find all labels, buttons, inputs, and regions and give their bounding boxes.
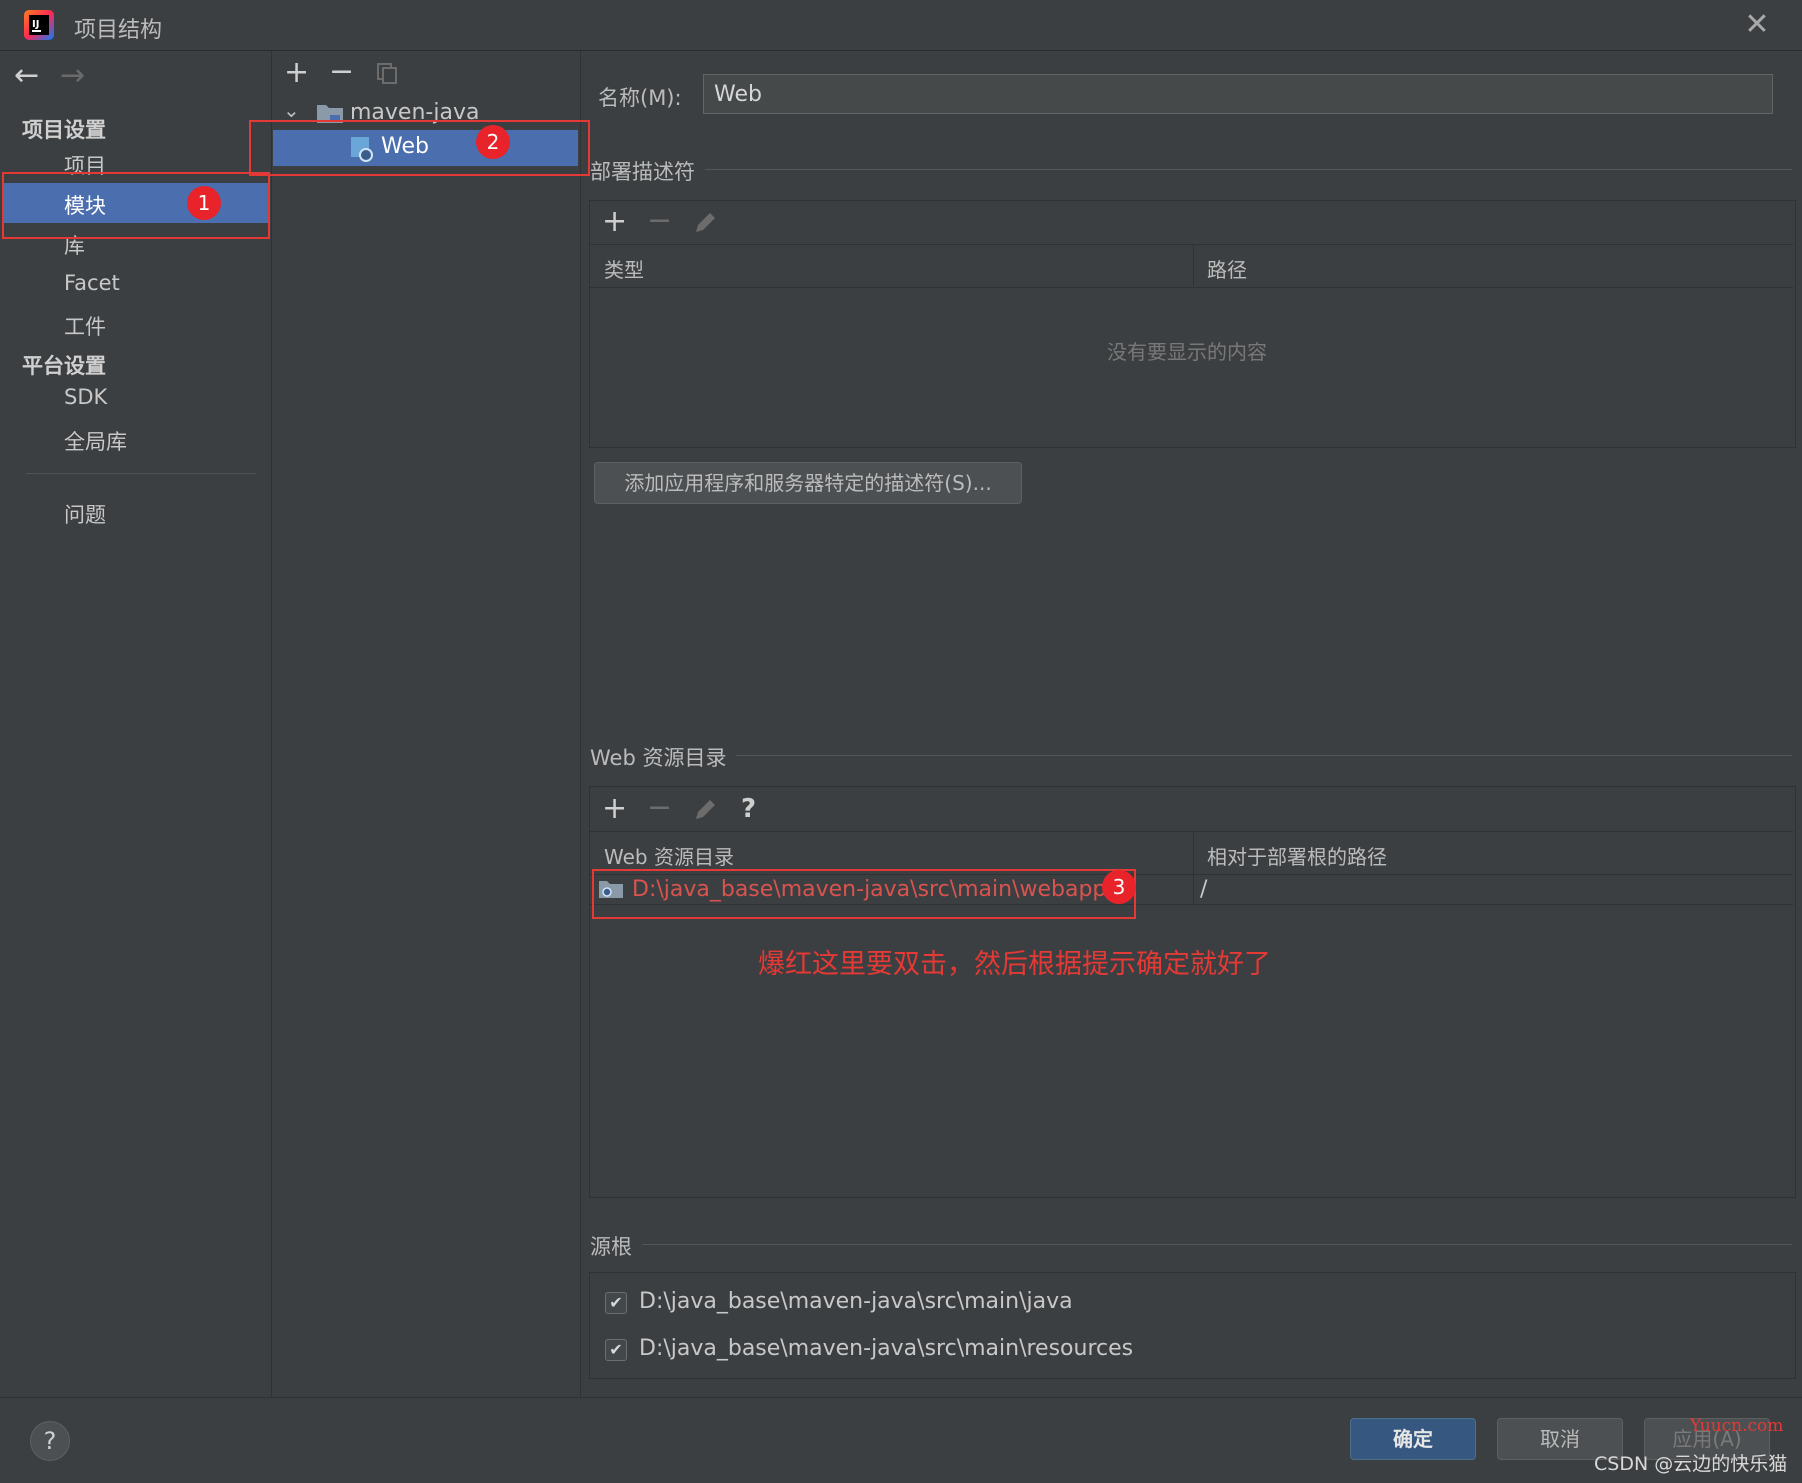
web-resource-help-icon[interactable]: ? bbox=[741, 794, 756, 824]
sidebar-item-facets[interactable]: Facet bbox=[64, 271, 120, 295]
sidebar-divider bbox=[26, 473, 256, 474]
sidebar-item-global-libraries[interactable]: 全局库 bbox=[64, 426, 127, 456]
name-input[interactable]: Web bbox=[703, 74, 1773, 114]
descriptor-col-separator bbox=[1193, 245, 1194, 286]
chevron-down-icon[interactable]: ⌄ bbox=[283, 98, 300, 122]
ok-button[interactable]: 确定 bbox=[1350, 1418, 1476, 1460]
copy-icon[interactable] bbox=[376, 62, 398, 88]
annotation-box-2 bbox=[249, 120, 590, 176]
source-root-resources-path: D:\java_base\maven-java\src\main\resourc… bbox=[639, 1336, 1134, 1361]
module-tree-panel bbox=[271, 51, 581, 1397]
web-resource-title: Web 资源目录 bbox=[590, 742, 737, 772]
platform-settings-title: 平台设置 bbox=[22, 354, 106, 378]
descriptor-table-header bbox=[590, 244, 1793, 288]
deployment-descriptors-title: 部署描述符 bbox=[590, 156, 705, 186]
sidebar-item-artifacts[interactable]: 工件 bbox=[64, 311, 106, 341]
site-watermark: Yuucn.com bbox=[1690, 1416, 1784, 1436]
web-resource-col-dir[interactable]: Web 资源目录 bbox=[604, 841, 734, 870]
deployment-descriptors-separator bbox=[590, 169, 1792, 170]
name-label: 名称(M): bbox=[598, 86, 682, 110]
descriptor-empty-text: 没有要显示的内容 bbox=[1107, 340, 1267, 364]
remove-icon[interactable]: − bbox=[329, 57, 354, 87]
annotation-badge-1: 1 bbox=[187, 186, 221, 220]
forward-arrow-icon[interactable]: → bbox=[60, 58, 85, 93]
web-resource-remove-icon[interactable]: − bbox=[647, 793, 672, 823]
intellij-logo-icon: IJ bbox=[24, 10, 54, 40]
sidebar bbox=[0, 51, 271, 1397]
web-resource-relative-path[interactable]: / bbox=[1200, 877, 1207, 902]
sidebar-item-problems[interactable]: 问题 bbox=[64, 499, 106, 529]
web-resource-separator bbox=[590, 755, 1792, 756]
descriptor-edit-icon[interactable] bbox=[692, 210, 718, 240]
back-arrow-icon[interactable]: ← bbox=[14, 58, 39, 93]
help-icon[interactable]: ? bbox=[30, 1421, 70, 1461]
close-icon[interactable]: ✕ bbox=[1740, 8, 1774, 42]
annotation-box-3 bbox=[592, 869, 1136, 919]
descriptor-add-icon[interactable]: + bbox=[602, 207, 627, 237]
annotation-instruction-text: 爆红这里要双击，然后根据提示确定就好了 bbox=[758, 949, 1271, 980]
web-resource-col-relative[interactable]: 相对于部署根的路径 bbox=[1207, 841, 1387, 870]
window-title: 项目结构 bbox=[74, 18, 163, 43]
title-bar bbox=[0, 0, 1802, 51]
descriptor-col-type[interactable]: 类型 bbox=[604, 254, 644, 283]
descriptor-col-path[interactable]: 路径 bbox=[1207, 254, 1247, 283]
web-resource-add-icon[interactable]: + bbox=[602, 794, 627, 824]
source-root-java-path: D:\java_base\maven-java\src\main\java bbox=[639, 1289, 1073, 1314]
descriptor-remove-icon[interactable]: − bbox=[647, 206, 672, 236]
project-settings-title: 项目设置 bbox=[22, 118, 106, 142]
csdn-watermark: CSDN @云边的快乐猫 bbox=[1594, 1453, 1788, 1475]
annotation-badge-3: 3 bbox=[1102, 870, 1136, 904]
deployment-descriptors-panel bbox=[589, 200, 1796, 448]
add-descriptor-button[interactable]: 添加应用程序和服务器特定的描述符(S)... bbox=[594, 462, 1022, 504]
source-root-resources-checkbox[interactable]: ✔ bbox=[605, 1339, 627, 1361]
web-resource-edit-icon[interactable] bbox=[692, 797, 718, 827]
annotation-badge-2: 2 bbox=[476, 125, 510, 159]
add-icon[interactable]: + bbox=[284, 58, 309, 88]
source-roots-separator bbox=[590, 1244, 1792, 1245]
sidebar-item-sdk[interactable]: SDK bbox=[64, 385, 107, 409]
source-root-java-checkbox[interactable]: ✔ bbox=[605, 1292, 627, 1314]
annotation-box-1 bbox=[2, 172, 270, 239]
source-roots-title: 源根 bbox=[590, 1231, 642, 1261]
svg-text:IJ: IJ bbox=[32, 19, 39, 30]
